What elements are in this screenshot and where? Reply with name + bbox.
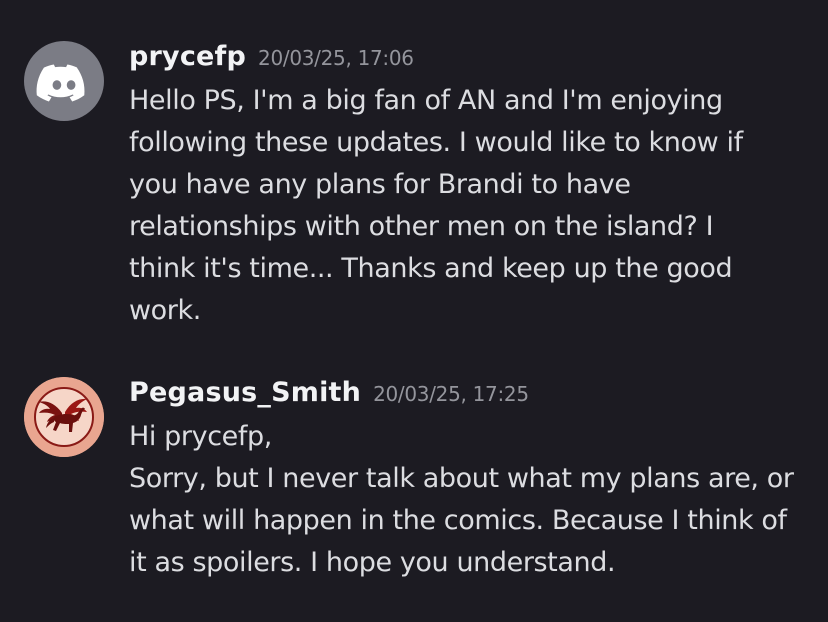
avatar[interactable] bbox=[24, 41, 104, 121]
message-header: prycefp 20/03/25, 17:06 bbox=[129, 40, 414, 74]
message-text-line: following these updates. I would like to… bbox=[129, 127, 743, 158]
message-text-line: it as spoilers. I hope you understand. bbox=[129, 547, 616, 578]
message-header: Pegasus_Smith 20/03/25, 17:25 bbox=[129, 376, 529, 410]
message-text-line: Sorry, but I never talk about what my pl… bbox=[129, 463, 794, 494]
message-text-line: relationships with other men on the isla… bbox=[129, 211, 714, 242]
username[interactable]: prycefp bbox=[129, 41, 246, 72]
pegasus-logo-icon bbox=[24, 377, 104, 457]
message-text-line: you have any plans for Brandi to have bbox=[129, 169, 631, 200]
message-text-line: work. bbox=[129, 295, 201, 326]
message-content: Hi prycefp, Sorry, but I never talk abou… bbox=[129, 416, 819, 584]
message-text-line: Hi prycefp, bbox=[129, 421, 272, 452]
message-content: Hello PS, I'm a big fan of AN and I'm en… bbox=[129, 80, 819, 332]
timestamp: 20/03/25, 17:06 bbox=[258, 46, 414, 70]
chat-message-list: prycefp 20/03/25, 17:06 Hello PS, I'm a b… bbox=[0, 0, 828, 622]
username[interactable]: Pegasus_Smith bbox=[129, 377, 361, 408]
message-text-line: what will happen in the comics. Because … bbox=[129, 505, 787, 536]
message-text-line: think it's time... Thanks and keep up th… bbox=[129, 253, 733, 284]
message-text-line: Hello PS, I'm a big fan of AN and I'm en… bbox=[129, 85, 723, 116]
timestamp: 20/03/25, 17:25 bbox=[373, 382, 529, 406]
avatar[interactable] bbox=[24, 377, 104, 457]
discord-logo-icon bbox=[36, 64, 85, 102]
